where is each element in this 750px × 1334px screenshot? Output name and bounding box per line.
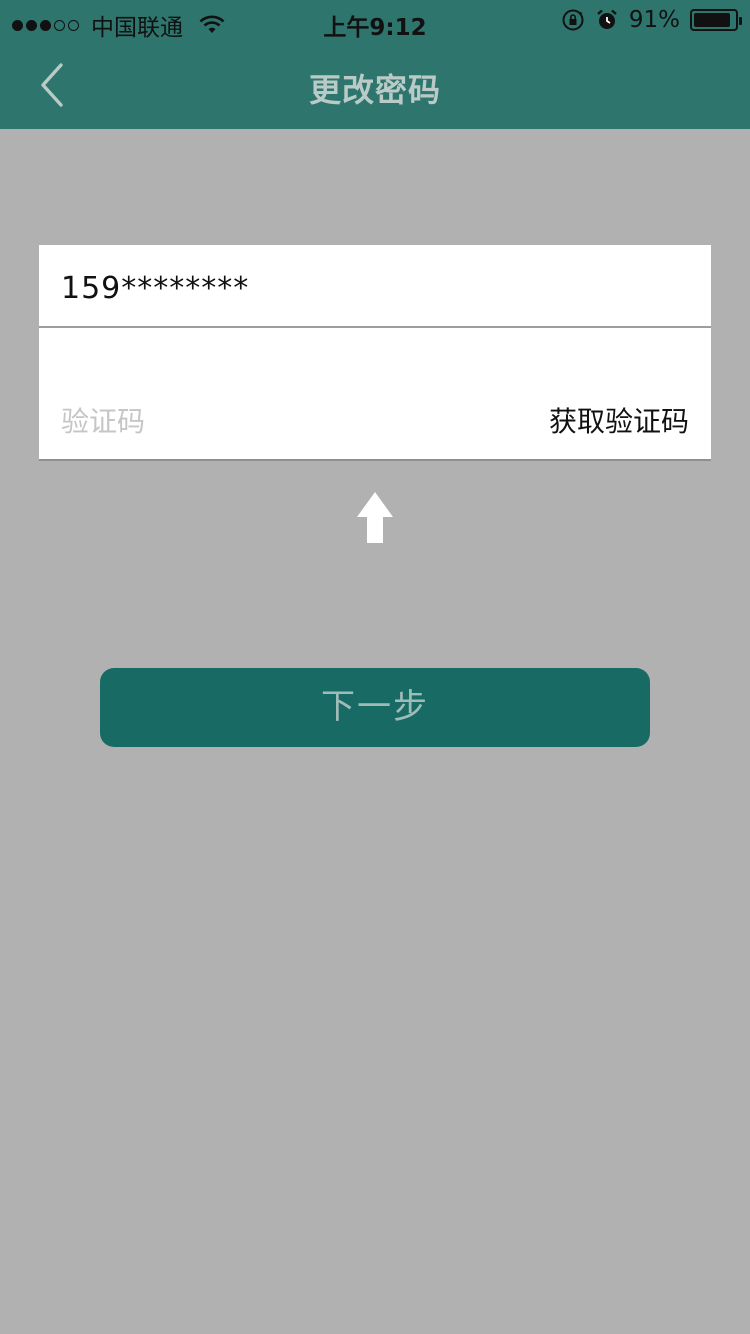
change-password-screen: 中国联通 上午9:12 91% 更改密码 159******** 验证码 获取验… <box>0 0 750 1334</box>
phone-number-value: 159******** <box>61 271 250 306</box>
phone-field[interactable]: 159******** <box>39 245 711 328</box>
verification-form: 159******** 验证码 获取验证码 <box>39 245 711 461</box>
battery-icon <box>690 9 742 31</box>
status-bar: 中国联通 上午9:12 91% <box>0 0 750 42</box>
page-title: 更改密码 <box>308 71 441 109</box>
battery-level <box>694 13 730 27</box>
navigation-bar: 更改密码 <box>0 42 750 129</box>
alarm-icon <box>597 9 617 29</box>
verification-code-row: 验证码 获取验证码 <box>39 328 711 461</box>
next-step-button[interactable]: 下一步 <box>100 668 650 747</box>
status-right: 91% <box>561 7 742 33</box>
battery-percent: 91% <box>628 7 680 33</box>
arrow-up-icon <box>357 492 393 543</box>
verification-code-input[interactable]: 验证码 <box>61 400 145 440</box>
get-code-button[interactable]: 获取验证码 <box>549 400 689 440</box>
app-header: 中国联通 上午9:12 91% 更改密码 <box>0 0 750 129</box>
rotation-lock-icon <box>562 9 584 31</box>
